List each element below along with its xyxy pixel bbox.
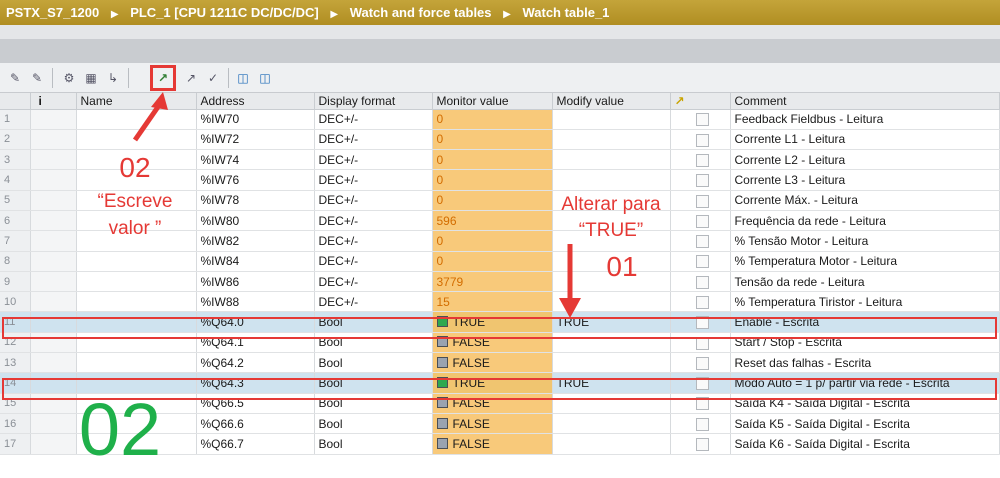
arrow-head-down-icon [559, 298, 581, 318]
annotation-step01-line2: “TRUE” [578, 220, 644, 241]
annotation-step02-line1: “Escreve [97, 191, 173, 212]
arrow-to-modify-button [132, 102, 163, 142]
annotation-step02-line2: valor ” [108, 218, 162, 239]
arrow-head-up-icon [151, 92, 168, 110]
annotation-big-02: 02 [78, 388, 162, 471]
annotation-step02-number: 02 [119, 152, 151, 183]
annotation-step01-number: 01 [606, 251, 638, 282]
annotation-step01-line1: Alterar para [561, 194, 661, 215]
